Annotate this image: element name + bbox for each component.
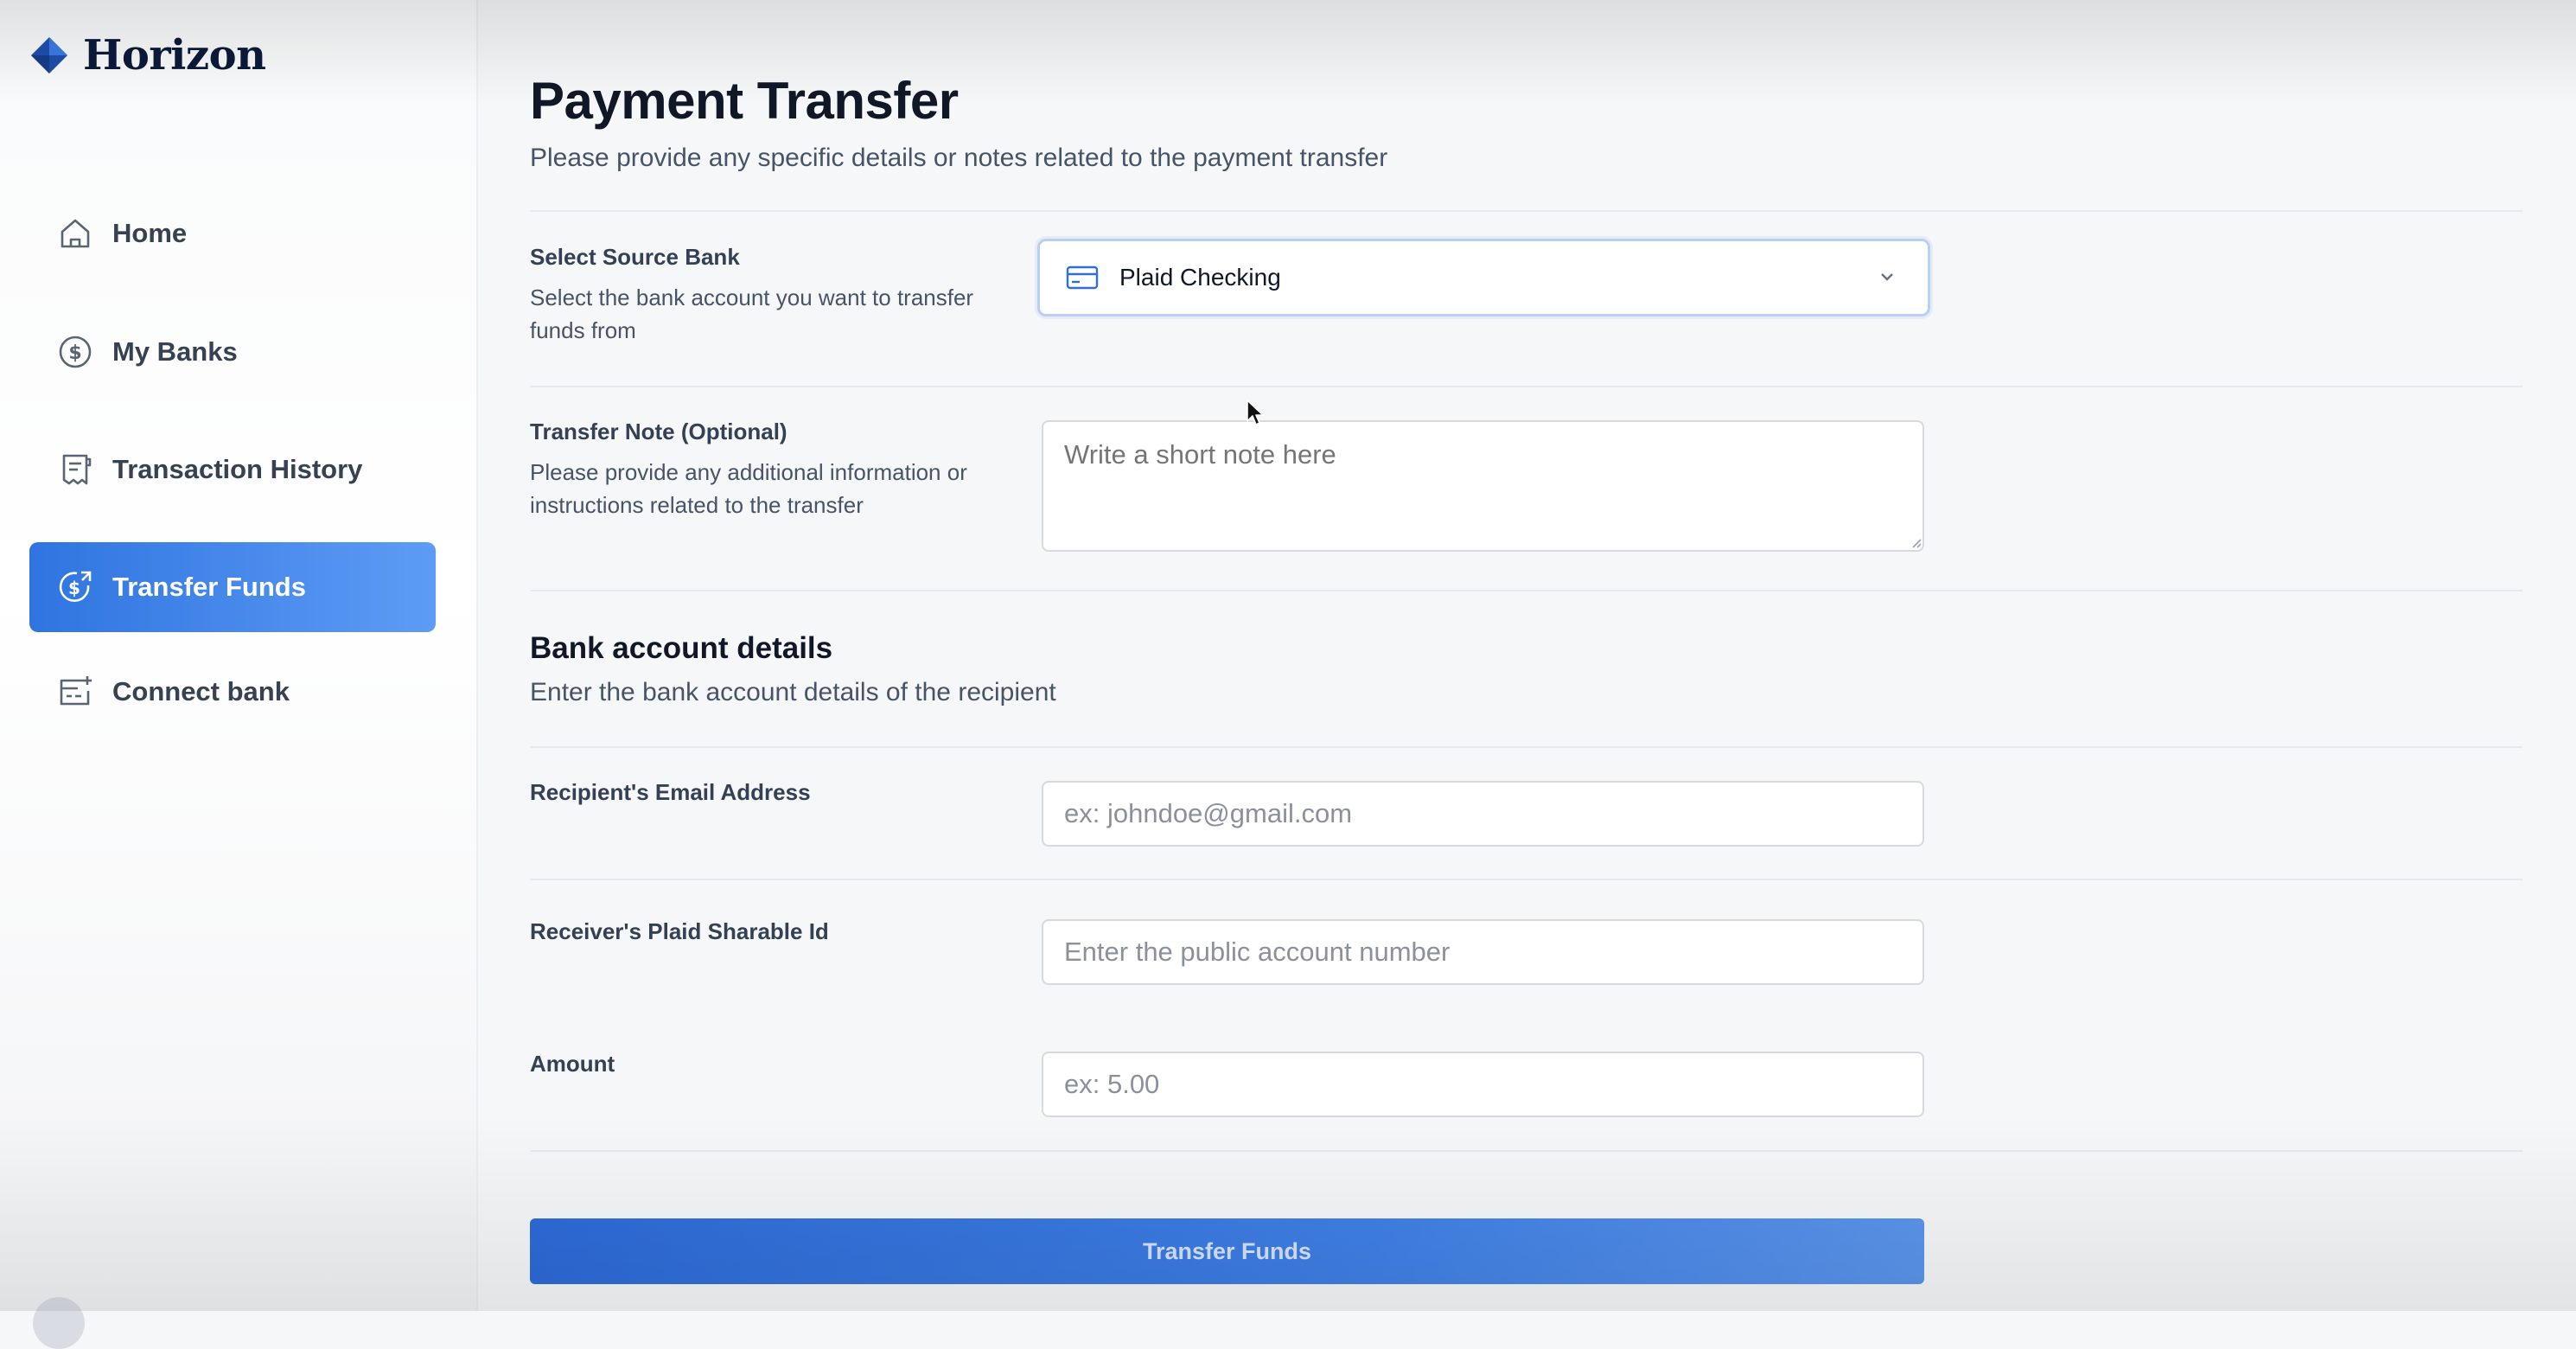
main-content: Payment Transfer Please provide any spec… — [530, 0, 2522, 1311]
sidebar-item-label: Transfer Funds — [112, 572, 306, 602]
sidebar-item-my-banks[interactable]: $ My Banks — [29, 307, 436, 397]
avatar[interactable] — [33, 1297, 85, 1349]
sidebar-item-home[interactable]: Home — [29, 189, 436, 278]
sharable-id-input[interactable] — [1042, 919, 1924, 985]
source-bank-label: Select Source Bank — [530, 244, 740, 270]
divider — [530, 1150, 2522, 1152]
sidebar: Horizon Home $ My Banks Transaction Hist… — [0, 0, 478, 1349]
logo[interactable]: Horizon — [29, 31, 266, 80]
dollar-circle-icon: $ — [59, 336, 92, 368]
divider — [530, 210, 2522, 212]
transfer-note-label: Transfer Note (Optional) — [530, 419, 787, 444]
home-icon — [61, 219, 90, 248]
credit-card-icon — [1066, 265, 1099, 290]
amount-input[interactable] — [1042, 1052, 1924, 1117]
svg-text:$: $ — [68, 578, 80, 598]
sidebar-item-label: Connect bank — [112, 676, 290, 706]
bank-details-subtitle: Enter the bank account details of the re… — [530, 678, 1056, 706]
divider — [530, 590, 2522, 591]
source-bank-select[interactable]: Plaid Checking — [1037, 239, 1930, 316]
connect-bank-icon — [60, 676, 92, 706]
svg-text:$: $ — [68, 342, 81, 364]
receipt-icon — [62, 454, 92, 485]
page-title: Payment Transfer — [530, 72, 959, 130]
chevron-down-icon — [1881, 273, 1893, 281]
divider — [530, 746, 2522, 748]
transfer-dollar-icon: $ — [59, 571, 92, 602]
transfer-funds-button[interactable]: Transfer Funds — [530, 1218, 1924, 1284]
page-subtitle: Please provide any specific details or n… — [530, 144, 1388, 172]
recipient-email-input[interactable] — [1042, 781, 1924, 847]
source-bank-selected-value: Plaid Checking — [1119, 264, 1281, 291]
recipient-email-label: Recipient's Email Address — [530, 779, 811, 805]
sharable-id-label: Receiver's Plaid Sharable Id — [530, 918, 829, 944]
sidebar-item-label: Transaction History — [112, 454, 363, 484]
amount-label: Amount — [530, 1051, 615, 1077]
sidebar-item-label: My Banks — [112, 336, 238, 367]
mouse-cursor-icon — [1247, 400, 1264, 425]
transfer-note-textarea[interactable] — [1042, 420, 1924, 552]
horizon-logo-icon — [31, 37, 67, 74]
bank-details-title: Bank account details — [530, 631, 833, 665]
sidebar-item-connect-bank[interactable]: Connect bank — [29, 647, 436, 737]
source-bank-help: Select the bank account you want to tran… — [530, 285, 974, 343]
brand-name: Horizon — [83, 31, 266, 80]
transfer-note-help: Please provide any additional informatio… — [530, 459, 967, 518]
resize-grip-icon[interactable] — [1911, 538, 1922, 548]
sidebar-item-transfer-funds[interactable]: $ Transfer Funds — [29, 542, 436, 632]
divider — [530, 386, 2522, 387]
divider — [530, 879, 2522, 880]
sidebar-item-transaction-history[interactable]: Transaction History — [29, 425, 436, 515]
sidebar-item-label: Home — [112, 218, 188, 248]
